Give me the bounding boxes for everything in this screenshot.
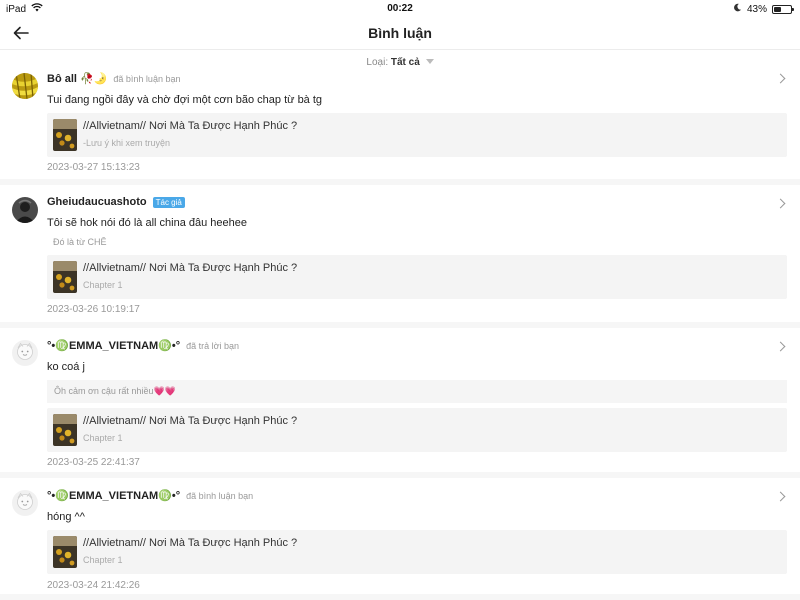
page-title: Bình luận — [368, 25, 432, 41]
story-card[interactable]: //Allvietnam// Nơi Mà Ta Được Hạnh Phúc … — [47, 255, 787, 299]
comment-item[interactable]: °•♍️EMMA_VIETNAM♍️•° đã bình luận bạn hó… — [0, 478, 800, 600]
story-subtitle: Chapter 1 — [83, 280, 123, 290]
comment-text: Tôi sẽ hok nói đó là all china đâu heehe… — [47, 217, 247, 229]
chevron-right-icon[interactable] — [775, 198, 786, 209]
status-time: 00:22 — [387, 3, 413, 14]
comment-list: Bô all 🥀🌛 đã bình luận bạn Tui đang ngồi… — [0, 70, 800, 600]
story-subtitle: -Lưu ý khi xem truyện — [83, 138, 171, 148]
avatar[interactable] — [12, 73, 38, 99]
status-bar-right: 43% — [733, 3, 794, 15]
story-thumbnail — [53, 261, 77, 293]
chevron-right-icon[interactable] — [775, 73, 786, 84]
caret-down-icon — [425, 59, 434, 64]
comment-time: 2023-03-24 21:42:26 — [47, 580, 140, 591]
story-card[interactable]: //Allvietnam// Nơi Mà Ta Được Hạnh Phúc … — [47, 113, 787, 157]
comment-text: Tui đang ngồi đây và chờ đợi một cơn bão… — [47, 94, 323, 106]
story-subtitle: Chapter 1 — [83, 555, 123, 565]
chevron-right-icon[interactable] — [775, 341, 786, 352]
comment-item[interactable]: Bô all 🥀🌛 đã bình luận bạn Tui đang ngồi… — [0, 70, 800, 185]
comment-time: 2023-03-26 10:19:17 — [47, 304, 140, 315]
comment-item[interactable]: °•♍️EMMA_VIETNAM♍️•° đã trả lời bạn ko c… — [0, 328, 800, 478]
comment-item[interactable]: Gheiudaucuashoto Tác giả Tôi sẽ hok nói … — [0, 185, 800, 328]
comment-header: Gheiudaucuashoto Tác giả — [47, 196, 185, 208]
battery-icon — [772, 4, 794, 14]
avatar[interactable] — [12, 490, 38, 516]
filter-value: Tất cả — [390, 57, 420, 68]
story-title: //Allvietnam// Nơi Mà Ta Được Hạnh Phúc … — [83, 262, 298, 274]
filter-label: Loại: — [366, 57, 389, 68]
username[interactable]: °•♍️EMMA_VIETNAM♍️•° — [47, 489, 180, 502]
comment-text: ko coá j — [47, 361, 85, 373]
comment-header: Bô all 🥀🌛 đã bình luận bạn — [47, 72, 180, 85]
story-subtitle: Chapter 1 — [83, 433, 123, 443]
comment-time: 2023-03-25 22:41:37 — [47, 457, 140, 468]
story-title: //Allvietnam// Nơi Mà Ta Được Hạnh Phúc … — [83, 120, 298, 132]
quoted-reply: Đó là từ CHÊ — [53, 237, 107, 247]
username[interactable]: Gheiudaucuashoto — [47, 196, 147, 208]
battery-fill — [774, 6, 781, 12]
quoted-reply: Ôh cảm ơn cậu rất nhiều💗💗 — [47, 380, 787, 403]
status-bar: iPad 00:22 43% — [0, 0, 800, 17]
username[interactable]: Bô all 🥀🌛 — [47, 72, 107, 85]
username[interactable]: °•♍️EMMA_VIETNAM♍️•° — [47, 339, 180, 352]
avatar[interactable] — [12, 340, 38, 366]
story-title: //Allvietnam// Nơi Mà Ta Được Hạnh Phúc … — [83, 537, 298, 549]
story-thumbnail — [53, 414, 77, 446]
story-thumbnail — [53, 536, 77, 568]
comment-header: °•♍️EMMA_VIETNAM♍️•° đã trả lời bạn — [47, 339, 239, 352]
author-badge: Tác giả — [152, 196, 185, 208]
moon-icon — [733, 3, 742, 15]
app-header: Bình luận — [0, 17, 800, 50]
comment-action: đã trả lời bạn — [186, 340, 240, 351]
story-card[interactable]: //Allvietnam// Nơi Mà Ta Được Hạnh Phúc … — [47, 530, 787, 574]
avatar[interactable] — [12, 197, 38, 223]
filter-dropdown[interactable]: Loại: Tất cả — [0, 57, 800, 68]
comment-header: °•♍️EMMA_VIETNAM♍️•° đã bình luận bạn — [47, 489, 253, 502]
chevron-right-icon[interactable] — [775, 491, 786, 502]
comment-time: 2023-03-27 15:13:23 — [47, 162, 140, 173]
battery-percent: 43% — [746, 3, 767, 15]
comment-text: hóng ^^ — [47, 511, 85, 523]
comment-action: đã bình luận bạn — [113, 73, 181, 84]
story-card[interactable]: //Allvietnam// Nơi Mà Ta Được Hạnh Phúc … — [47, 408, 787, 452]
story-thumbnail — [53, 119, 77, 151]
story-title: //Allvietnam// Nơi Mà Ta Được Hạnh Phúc … — [83, 415, 298, 427]
comment-action: đã bình luận bạn — [186, 490, 254, 501]
